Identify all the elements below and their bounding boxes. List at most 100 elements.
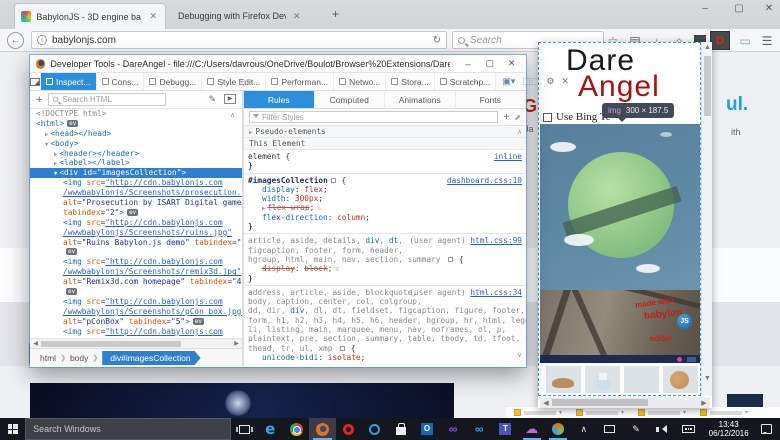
url-bar[interactable]: i babylonjs.com ↻ <box>31 31 447 49</box>
tree-node[interactable]: <img src="http://cdn.babylonjs.com <box>30 257 242 267</box>
window-minimize-button[interactable]: – <box>692 0 718 18</box>
devtools-tab-netwo[interactable]: Netwo... <box>334 73 386 90</box>
tree-node[interactable]: ev <box>30 287 242 297</box>
markup-search-input[interactable]: Search HTML <box>48 93 166 106</box>
devtools-titlebar[interactable]: Developer Tools - DareAngel - file:///C:… <box>30 55 526 73</box>
popup-horizontal-scrollbar[interactable]: ◀ ▶ <box>540 397 710 408</box>
tree-scroll-up-icon[interactable]: ∧ <box>230 111 235 119</box>
action-center-button[interactable] <box>754 418 780 440</box>
taskbar-visualstudio-button[interactable]: ∞ <box>440 418 466 440</box>
rule-source-link[interactable]: dashboard.css:10 <box>447 176 522 185</box>
property-value[interactable]: flex <box>304 185 323 194</box>
event-badge[interactable]: ev <box>66 288 77 295</box>
css-declaration[interactable]: width: 300px; <box>248 194 522 203</box>
property-name[interactable]: flex-direction <box>262 213 328 222</box>
twisty-icon[interactable]: ▶ <box>249 130 252 136</box>
taskbar-onedrive-button[interactable]: ☁ <box>519 418 545 440</box>
breadcrumb-item-html[interactable]: html <box>40 353 56 363</box>
taskbar-outlook-button[interactable]: O <box>414 418 440 440</box>
devtools-minimize-button[interactable]: – <box>460 59 477 69</box>
rule-selector-line[interactable]: article, aside, details, div, dt,(user a… <box>248 236 522 245</box>
tree-node[interactable]: ▶<label></label> <box>30 158 242 168</box>
css-declaration[interactable]: display: flex; <box>248 185 522 194</box>
url-link[interactable]: inline <box>494 152 522 161</box>
rule-selector-line[interactable]: hgroup, html, main, nav, section, summar… <box>248 255 522 264</box>
property-name[interactable]: display <box>262 264 295 273</box>
tray-keyboard-button[interactable] <box>675 418 701 440</box>
rules-filter-input[interactable]: Filter Styles <box>249 111 498 123</box>
property-value[interactable]: column <box>337 213 365 222</box>
tray-pen-button[interactable]: ✎ <box>623 418 649 440</box>
feedback-icon[interactable]: ▭ <box>736 33 754 50</box>
rule-source-link[interactable]: (user agent) html.css:99 <box>409 236 522 245</box>
event-badge[interactable]: ev <box>66 248 77 255</box>
twisty-icon[interactable]: ▶ <box>45 132 48 138</box>
rule-selector-line[interactable]: #imagesCollection {dashboard.css:10 <box>248 176 522 185</box>
url-link[interactable]: /wwwbabylonjs/Screenshots/ruins.jpg" <box>63 228 232 237</box>
responsive-mode-icon[interactable]: ⬚⬚ <box>522 76 539 87</box>
devtools-tab-inspect[interactable]: Inspect... <box>41 73 97 90</box>
screenshot-ruins[interactable]: made with babylon JS editor <box>540 290 700 355</box>
rules-scroll-up-icon[interactable]: ∧ <box>517 128 522 136</box>
add-rule-button[interactable]: + <box>503 112 509 123</box>
tree-node[interactable]: /wwwbabylonjs/Screenshots/remix3d.jpg" <box>30 267 242 277</box>
tree-node[interactable]: alt="Remix3d.com homepage" tabindex="4"> <box>30 277 242 287</box>
url-link[interactable]: /wwwbabylonjs/Screenshots/pCon_box.jpg" <box>63 307 242 316</box>
start-button[interactable] <box>0 418 25 440</box>
property-name[interactable]: display <box>262 185 295 194</box>
tree-node[interactable]: <!DOCTYPE html> <box>30 109 242 119</box>
scroll-down-icon[interactable]: ▼ <box>702 375 713 382</box>
tab-close-icon[interactable]: ✕ <box>147 9 159 24</box>
remix3d-thumbnail-sunglasses[interactable] <box>624 366 659 393</box>
scroll-right-icon[interactable]: ▶ <box>698 399 710 407</box>
sidebar-tab-fonts[interactable]: Fonts <box>456 91 527 108</box>
devtools-tab-debugg[interactable]: Debugg... <box>144 73 202 90</box>
overridden-filter-icon[interactable]: ▽ <box>335 266 339 273</box>
twisty-icon[interactable]: ▶ <box>54 152 57 158</box>
scroll-up-icon[interactable]: ▲ <box>702 44 713 51</box>
remix3d-thumbnail-cake[interactable] <box>585 366 620 393</box>
event-badge[interactable]: ev <box>127 209 138 216</box>
css-declaration[interactable]: display: block;▽ <box>248 264 522 273</box>
taskbar-clock[interactable]: 13:43 06/12/2016 <box>703 420 753 438</box>
add-node-button[interactable]: + <box>36 94 42 106</box>
rule-selector-line[interactable]: dd, dir, div, dl, dt, fieldset, figcapti… <box>248 306 522 315</box>
taskbar-opera-button[interactable] <box>336 418 362 440</box>
property-name[interactable]: unicode-bidi <box>262 353 318 362</box>
tree-node[interactable]: ev <box>30 247 242 257</box>
reload-button[interactable]: ↻ <box>433 35 441 46</box>
tree-node[interactable]: alt="pConBox" tabindex="5">ev <box>30 317 242 327</box>
url-link[interactable]: /wwwbabylonjs/Screenshots/prosecution.jp… <box>63 188 242 197</box>
sidebar-tab-rules[interactable]: Rules <box>244 91 315 108</box>
taskbar-visualstudio-blue-button[interactable]: ∞ <box>466 418 492 440</box>
sidebar-tab-computed[interactable]: Computed <box>315 91 386 108</box>
rule-source-link[interactable]: (user agent) html.css:34 <box>409 288 522 297</box>
property-value[interactable]: 300px <box>295 194 318 203</box>
url-link[interactable]: "http://cdn.babylonjs.com <box>105 218 222 227</box>
property-name[interactable]: flex-wrap <box>267 203 309 212</box>
edit-html-icon[interactable]: ✎ <box>208 94 216 105</box>
taskbar-search-input[interactable]: Search Windows <box>25 418 231 440</box>
event-badge[interactable]: ev <box>193 318 204 325</box>
rule-selector-line[interactable]: form, h1, h2, h3, h4, h5, h6, header, hg… <box>248 316 522 325</box>
rule-selector-line[interactable]: li, listing, main, marquee, menu, nav, n… <box>248 325 522 334</box>
this-element-header[interactable]: This Element <box>244 138 526 150</box>
scroll-left-icon[interactable]: ◀ <box>30 340 41 347</box>
rule-source-link[interactable]: inline <box>494 152 522 161</box>
tree-node[interactable]: tabindex="2">ev <box>30 208 242 218</box>
screenshot-prosecution[interactable] <box>540 124 700 290</box>
scrollbar-thumb[interactable] <box>41 341 181 347</box>
url-link[interactable]: /wwwbabylonjs/Screenshots/remix3d.jpg" <box>63 267 241 276</box>
frame-select-icon[interactable]: ▣▾ <box>502 76 515 87</box>
property-name[interactable]: width <box>262 194 285 203</box>
rule-selector-line[interactable]: element {inline <box>248 152 522 161</box>
property-value[interactable]: block <box>304 264 327 273</box>
task-view-button[interactable] <box>231 418 257 440</box>
css-declaration[interactable]: flex-direction: column; <box>248 213 522 222</box>
remix3d-thumbnail-snail[interactable] <box>546 366 581 393</box>
twisty-icon[interactable]: ▼ <box>45 142 48 148</box>
bing-checkbox-row[interactable]: Use Bing Te <box>543 111 611 123</box>
menu-button[interactable]: ☰ <box>758 33 776 50</box>
rule-selector-line[interactable]: body, caption, center, col, colgroup, <box>248 297 522 306</box>
devtools-maximize-button[interactable]: ▢ <box>481 58 498 69</box>
